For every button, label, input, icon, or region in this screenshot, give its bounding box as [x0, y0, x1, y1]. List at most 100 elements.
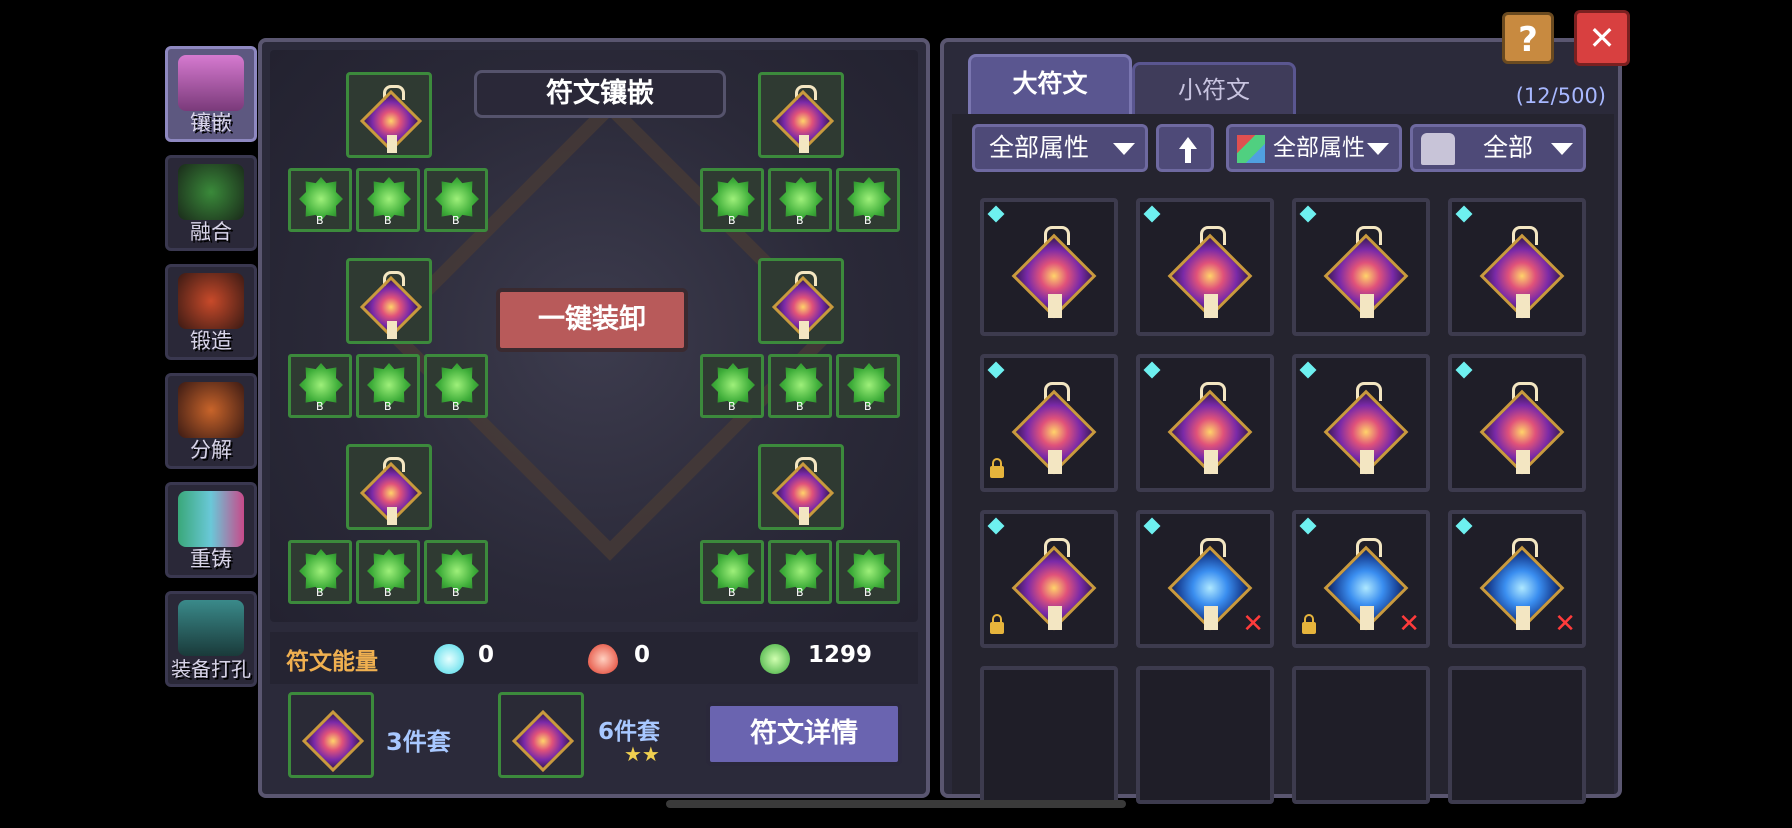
purple-rune-icon: [1479, 226, 1565, 319]
inventory-rune-item[interactable]: [1292, 198, 1430, 336]
new-marker-icon: [1455, 205, 1473, 223]
tab-forge[interactable]: 锻造: [165, 264, 257, 360]
small-rune-slot[interactable]: B: [836, 354, 900, 418]
type-filter-dropdown[interactable]: 全部: [1410, 124, 1586, 172]
small-rune-slot[interactable]: B: [356, 540, 420, 604]
blue-rune-icon: [1479, 538, 1565, 631]
small-rune-slot[interactable]: B: [768, 168, 832, 232]
inventory-rune-item[interactable]: [1448, 354, 1586, 492]
green-energy-value: 1299: [808, 642, 873, 668]
rune-details-button[interactable]: 符文详情: [706, 702, 902, 766]
set-6-slot[interactable]: [498, 692, 584, 778]
small-rune-slot[interactable]: B: [700, 540, 764, 604]
set-3-label: 3件套: [386, 728, 451, 756]
new-marker-icon: [1143, 205, 1161, 223]
rune-set-icon: [511, 705, 575, 773]
lock-icon: [990, 614, 1004, 634]
purple-rune-icon: [1479, 382, 1565, 475]
fusion-icon: [178, 164, 244, 220]
help-button[interactable]: ?: [1502, 12, 1554, 64]
small-rune-slot[interactable]: B: [424, 540, 488, 604]
purple-rune-icon: [1167, 382, 1253, 475]
tab-big-rune[interactable]: 大符文: [968, 54, 1132, 117]
close-icon: ✕: [1588, 19, 1616, 57]
rune-icon: [771, 85, 835, 153]
big-rune-slot[interactable]: [346, 72, 432, 158]
tab-socket[interactable]: 装备打孔: [165, 591, 257, 687]
small-rune-slot[interactable]: B: [424, 168, 488, 232]
inventory-rune-item[interactable]: [1136, 198, 1274, 336]
small-rune-slot[interactable]: B: [288, 540, 352, 604]
big-rune-slot[interactable]: [758, 72, 844, 158]
inventory-empty-slot[interactable]: [980, 666, 1118, 804]
big-rune-slot[interactable]: [346, 444, 432, 530]
tab-small-rune[interactable]: 小符文: [1132, 62, 1296, 117]
small-rune-slot[interactable]: B: [700, 168, 764, 232]
new-marker-icon: [987, 517, 1005, 535]
tab-recast[interactable]: 重铸: [165, 482, 257, 578]
rune-icon: [359, 85, 423, 153]
tab-decompose[interactable]: 分解: [165, 373, 257, 469]
inventory-rune-item[interactable]: [1448, 198, 1586, 336]
tab-fusion[interactable]: 融合: [165, 155, 257, 251]
forge-icon: [178, 273, 244, 329]
chevron-down-icon: [1113, 143, 1135, 155]
decompose-icon: [178, 382, 244, 438]
inventory-rune-item[interactable]: ✕: [1448, 510, 1586, 648]
new-marker-icon: [1299, 361, 1317, 379]
inventory-empty-slot[interactable]: [1448, 666, 1586, 804]
big-rune-slot[interactable]: [758, 444, 844, 530]
inventory-rune-item[interactable]: [980, 510, 1118, 648]
small-rune-slot[interactable]: B: [700, 354, 764, 418]
tab-socket-label: 装备打孔: [171, 657, 251, 681]
tab-inlay[interactable]: 镶嵌: [165, 46, 257, 142]
one-click-unequip-button[interactable]: 一键装卸: [496, 288, 688, 352]
attribute-filter-dropdown[interactable]: 全部属性: [972, 124, 1148, 172]
small-rune-slot[interactable]: B: [356, 354, 420, 418]
red-energy-value: 0: [634, 642, 651, 668]
chevron-down-icon: [1367, 143, 1389, 155]
rune-icon: [359, 271, 423, 339]
inventory-empty-slot[interactable]: [1136, 666, 1274, 804]
rune-inlay-panel: 符文镶嵌 一键装卸 B B B B B B B B B B B B B B B …: [258, 38, 930, 798]
small-rune-slot[interactable]: B: [356, 168, 420, 232]
inventory-rune-item[interactable]: [980, 354, 1118, 492]
inventory-rune-item[interactable]: [980, 198, 1118, 336]
set-6-stars: ★★: [624, 742, 660, 766]
small-rune-slot[interactable]: B: [768, 354, 832, 418]
small-rune-slot[interactable]: B: [836, 168, 900, 232]
sort-button[interactable]: [1156, 124, 1214, 172]
inventory-rune-item[interactable]: [1136, 354, 1274, 492]
new-marker-icon: [1455, 361, 1473, 379]
small-rune-slot[interactable]: B: [288, 168, 352, 232]
energy-label: 符文能量: [286, 649, 378, 675]
element-filter-dropdown[interactable]: 全部属性: [1226, 124, 1402, 172]
small-rune-slot[interactable]: B: [836, 540, 900, 604]
rune-icon: [771, 271, 835, 339]
inventory-rune-item[interactable]: [1292, 354, 1430, 492]
new-marker-icon: [1299, 517, 1317, 535]
inventory-rune-item[interactable]: ✕: [1136, 510, 1274, 648]
red-flame-icon: [588, 644, 618, 674]
inventory-count: (12/500): [1515, 84, 1606, 108]
close-button[interactable]: ✕: [1574, 10, 1630, 66]
big-rune-slot[interactable]: [758, 258, 844, 344]
small-rune-slot[interactable]: B: [288, 354, 352, 418]
inventory-rune-item[interactable]: ✕: [1292, 510, 1430, 648]
small-rune-slot[interactable]: B: [424, 354, 488, 418]
unusable-x-icon: ✕: [1242, 609, 1264, 639]
inventory-empty-slot[interactable]: [1292, 666, 1430, 804]
rune-set-icon: [301, 705, 365, 773]
new-marker-icon: [987, 205, 1005, 223]
small-rune-slot[interactable]: B: [768, 540, 832, 604]
new-marker-icon: [987, 361, 1005, 379]
scroll-indicator[interactable]: [666, 800, 1126, 808]
big-rune-slot[interactable]: [346, 258, 432, 344]
unusable-x-icon: ✕: [1554, 609, 1576, 639]
purple-rune-icon: [1011, 538, 1097, 631]
tab-fusion-label: 融合: [190, 220, 232, 244]
tab-forge-label: 锻造: [190, 329, 232, 353]
type-filter-label: 全部: [1483, 133, 1534, 162]
new-marker-icon: [1143, 361, 1161, 379]
set-3-slot[interactable]: [288, 692, 374, 778]
